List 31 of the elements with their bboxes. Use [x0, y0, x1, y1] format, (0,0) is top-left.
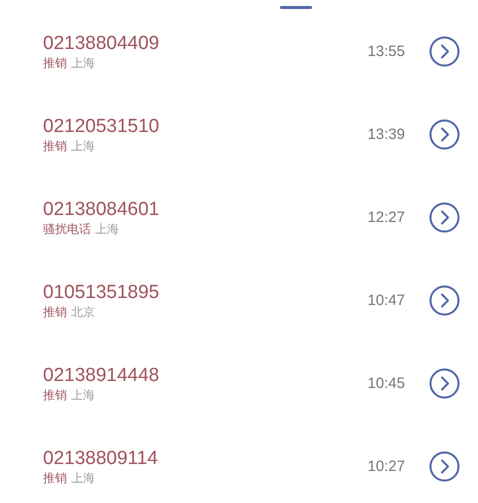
phone-number: 02120531510 — [43, 116, 160, 138]
phone-number: 02138084601 — [43, 198, 160, 220]
call-location: 上海 — [71, 470, 95, 486]
chevron-circle-icon[interactable] — [429, 202, 460, 233]
phone-number: 02138914448 — [43, 364, 160, 386]
call-tag: 推销 — [43, 386, 67, 402]
call-tag: 推销 — [43, 304, 67, 320]
call-tag: 推销 — [43, 470, 67, 486]
call-tag: 推销 — [43, 138, 67, 154]
call-time: 13:39 — [367, 126, 405, 143]
call-location: 上海 — [95, 220, 119, 236]
chevron-circle-icon[interactable] — [429, 285, 460, 316]
call-time: 12:27 — [367, 209, 405, 226]
tab-indicator — [280, 6, 312, 9]
call-location: 北京 — [71, 304, 95, 320]
chevron-circle-icon[interactable] — [429, 368, 460, 399]
call-location: 上海 — [71, 138, 95, 154]
call-tag: 骚扰电话 — [43, 220, 91, 236]
call-time: 13:55 — [367, 43, 405, 60]
phone-number: 02138809114 — [43, 448, 159, 470]
call-time: 10:47 — [367, 292, 405, 309]
phone-number: 02138804409 — [43, 32, 160, 54]
call-tag: 推销 — [43, 54, 67, 70]
chevron-circle-icon[interactable] — [429, 36, 460, 67]
chevron-circle-icon[interactable] — [429, 451, 460, 482]
call-time: 10:27 — [367, 458, 405, 475]
phone-number: 01051351895 — [43, 282, 160, 304]
call-location: 上海 — [71, 54, 95, 70]
call-time: 10:45 — [367, 375, 405, 392]
call-location: 上海 — [71, 386, 95, 402]
chevron-circle-icon[interactable] — [429, 119, 460, 150]
